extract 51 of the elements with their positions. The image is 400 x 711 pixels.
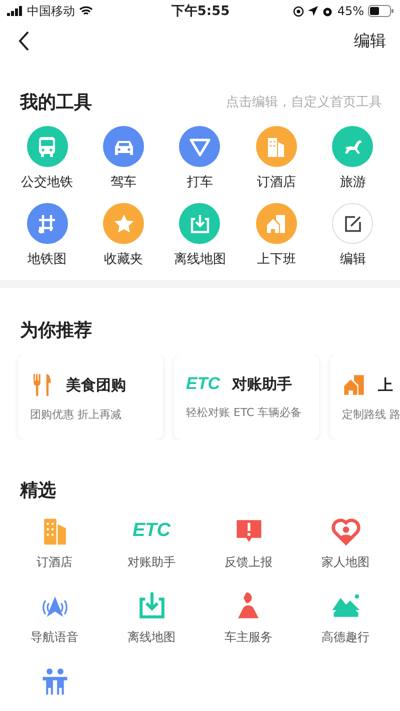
section-title: 精选	[20, 479, 56, 502]
pick-item[interactable]: ETC 对账助手	[103, 516, 200, 571]
recommend-card[interactable]: 上 定制路线 路	[330, 354, 400, 440]
people-icon	[40, 666, 70, 696]
tool-item[interactable]: 打车	[162, 126, 238, 191]
tool-item[interactable]: 收藏夹	[85, 203, 162, 268]
pick-item[interactable]: 离线地图	[103, 591, 200, 646]
wifi-icon	[79, 6, 93, 16]
edit-button[interactable]: 编辑	[354, 30, 386, 52]
v-logo-icon	[188, 136, 211, 158]
card-title: 上	[378, 376, 393, 394]
etc-logo: ETC	[132, 519, 170, 543]
download-icon	[188, 212, 211, 234]
star-icon	[112, 212, 135, 234]
clock-time: 下午5:55	[171, 3, 230, 20]
tool-item[interactable]: 订酒店	[238, 126, 315, 191]
pick-item[interactable]: 导航语音	[6, 591, 103, 646]
card-subtitle: 团购优惠 折上再减	[30, 407, 122, 422]
tool-item[interactable]: 离线地图	[162, 203, 238, 268]
tool-item[interactable]: 地铁图	[9, 203, 86, 268]
tool-item[interactable]: 驾车	[85, 126, 162, 191]
house-icon	[265, 212, 288, 234]
location-icon	[308, 6, 318, 16]
tool-item[interactable]: 旅游	[314, 126, 391, 191]
lock-rotation-icon	[293, 6, 304, 16]
etc-logo: ETC	[186, 373, 220, 395]
download-icon	[136, 591, 166, 621]
card-title: 美食团购	[66, 376, 126, 394]
signal-icon	[7, 6, 23, 16]
card-title: 对账助手	[232, 374, 292, 394]
alarm-icon	[322, 6, 334, 16]
carrier-name: 中国移动	[27, 2, 75, 20]
heart-icon	[330, 516, 360, 546]
battery-icon	[368, 5, 394, 17]
recommend-card[interactable]: ETC 对账助手 轻松对账 ETC 车辆必备	[174, 354, 319, 440]
tool-item[interactable]: 上下班	[238, 203, 315, 268]
house-icon	[342, 372, 366, 398]
hint-text: 点击编辑，自定义首页工具	[226, 94, 382, 111]
battery-percent: 45%	[337, 4, 364, 18]
section-title: 为你推荐	[20, 319, 92, 342]
pick-item[interactable]: 车主服务	[200, 591, 297, 646]
tool-item[interactable]: 公交地铁	[9, 126, 86, 191]
pick-item[interactable]: 反馈上报	[200, 516, 297, 571]
pick-item[interactable]: 家人地图	[297, 516, 394, 571]
card-subtitle: 定制路线 路	[342, 407, 400, 422]
section-title: 我的工具	[20, 91, 92, 114]
pick-item[interactable]: 高德趣行	[297, 591, 394, 646]
recommend-card[interactable]: 美食团购 团购优惠 折上再减	[18, 354, 163, 440]
card-subtitle: 轻松对账 ETC 车辆必备	[186, 405, 303, 420]
pick-item[interactable]: 订酒店	[6, 516, 103, 571]
tool-item[interactable]: 编辑	[314, 203, 391, 268]
